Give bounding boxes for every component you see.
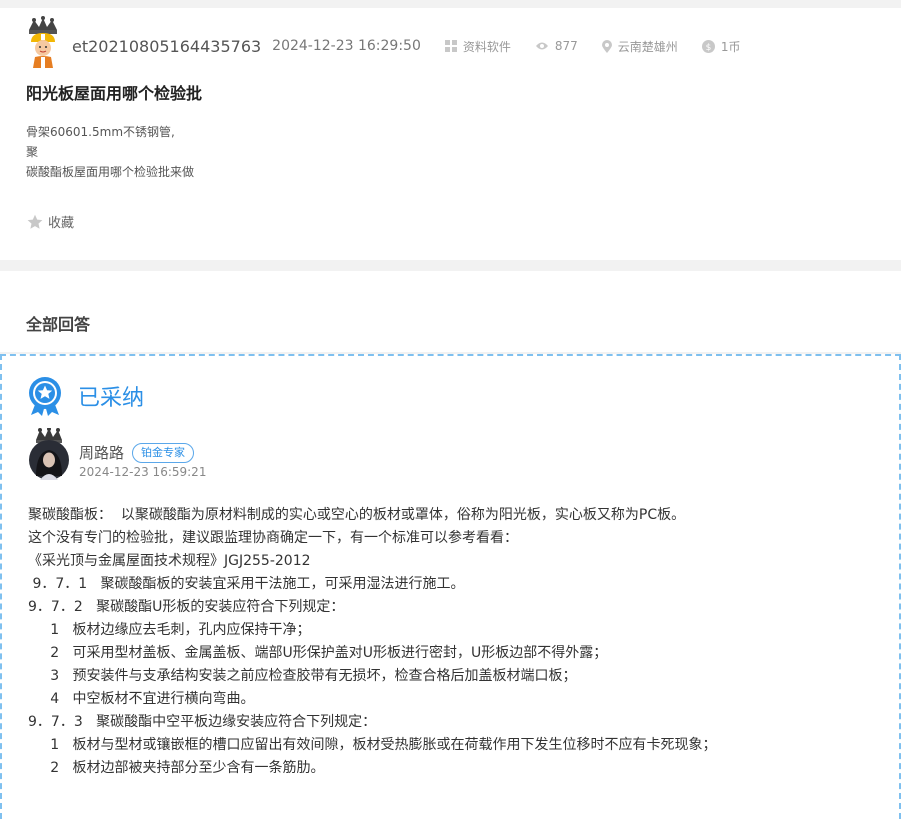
question-meta: et20210805164435763 2024-12-23 16:29:50 … <box>72 35 740 57</box>
svg-text:$: $ <box>705 43 711 53</box>
answer-body: 聚碳酸酯板： 以聚碳酸酯为原材料制成的实心或空心的板材或罩体，俗称为阳光板，实心… <box>28 504 888 780</box>
answer-line: 9．7．2 聚碳酸酯U形板的安装应符合下列规定： <box>28 599 345 615</box>
answerer-username[interactable]: 周路路 <box>79 442 124 463</box>
grid-icon <box>444 40 457 52</box>
question-body-line: 聚 <box>26 145 39 159</box>
answers-section-title: 全部回答 <box>26 315 91 334</box>
answer-time: 2024-12-23 16:59:21 <box>79 465 207 479</box>
reward-item: $ 1币 <box>701 38 741 55</box>
views-count: 877 <box>554 39 578 53</box>
question-body: 骨架60601.5mm不锈钢管, 聚 碳酸酯板屋面用哪个检验批来做 <box>26 122 194 182</box>
answerer-info: 周路路 铂金专家 <box>79 442 195 463</box>
answer-line: 9．7．3 聚碳酸酯中空平板边缘安装应符合下列规定： <box>28 714 377 730</box>
question-body-line: 碳酸酯板屋面用哪个检验批来做 <box>26 165 195 179</box>
question-body-line: 骨架60601.5mm不锈钢管, <box>26 125 175 139</box>
location-item: 云南楚雄州 <box>601 38 678 55</box>
answers-header: 全部回答 <box>0 271 901 352</box>
category-label: 资料软件 <box>462 39 511 54</box>
category-item[interactable]: 资料软件 <box>444 38 511 55</box>
eye-icon <box>535 42 548 50</box>
answer-line: 1 板材边缘应去毛刺，孔内应保持干净； <box>28 622 311 638</box>
question-card: et20210805164435763 2024-12-23 16:29:50 … <box>0 8 901 260</box>
answer-line: 2 可采用型材盖板、金属盖板、端部U形保护盖对U形板进行密封，U形板边部不得外露… <box>28 645 608 661</box>
question-title: 阳光板屋面用哪个检验批 <box>26 84 203 103</box>
answerer-avatar[interactable] <box>27 427 71 480</box>
answer-line: 3 预安装件与支承结构安装之前应检查胶带有无损坏，检查合格后加盖板材端口板； <box>28 668 577 684</box>
questioner-username[interactable]: et20210805164435763 <box>72 37 261 56</box>
location-pin-icon <box>601 39 612 53</box>
answer-line: 9．7．1 聚碳酸酯板的安装宜采用干法施工，可采用湿法进行施工。 <box>28 576 465 592</box>
answer-line: 1 板材与型材或镶嵌框的槽口应留出有效间隙，板材受热膨胀或在荷载作用下发生位移时… <box>28 737 717 753</box>
answer-line: 4 中空板材不宜进行横向弯曲。 <box>28 691 255 707</box>
answer-line: 聚碳酸酯板： 以聚碳酸酯为原材料制成的实心或空心的板材或罩体，俗称为阳光板，实心… <box>28 507 686 523</box>
expert-badge: 铂金专家 <box>132 442 195 463</box>
views-item: 877 <box>535 39 578 53</box>
question-time: 2024-12-23 16:29:50 <box>272 38 421 54</box>
answer-line: 这个没有专门的检验批，建议跟监理协商确定一下，有一个标准可以参考看看： <box>28 530 518 546</box>
favorite-label: 收藏 <box>48 216 75 231</box>
answer-line: 《采光顶与金属屋面技术规程》JGJ255-2012 <box>28 553 311 569</box>
favorite-button[interactable]: 收藏 <box>27 212 74 231</box>
adopted-label: 已采纳 <box>78 386 145 411</box>
coin-icon: $ <box>701 39 715 53</box>
reward-label: 1币 <box>720 39 741 54</box>
medal-icon <box>29 377 61 416</box>
location-label: 云南楚雄州 <box>617 39 678 54</box>
questioner-avatar[interactable] <box>26 16 60 68</box>
adopted-label-row: 已采纳 <box>26 376 144 416</box>
adopted-answer: 已采纳 周路路 铂金专家 2024-12-23 16:59:21 聚碳酸酯板： … <box>0 354 901 819</box>
answer-line: 2 板材边部被夹持部分至少含有一条筋肋。 <box>28 760 325 776</box>
star-icon <box>27 214 43 229</box>
